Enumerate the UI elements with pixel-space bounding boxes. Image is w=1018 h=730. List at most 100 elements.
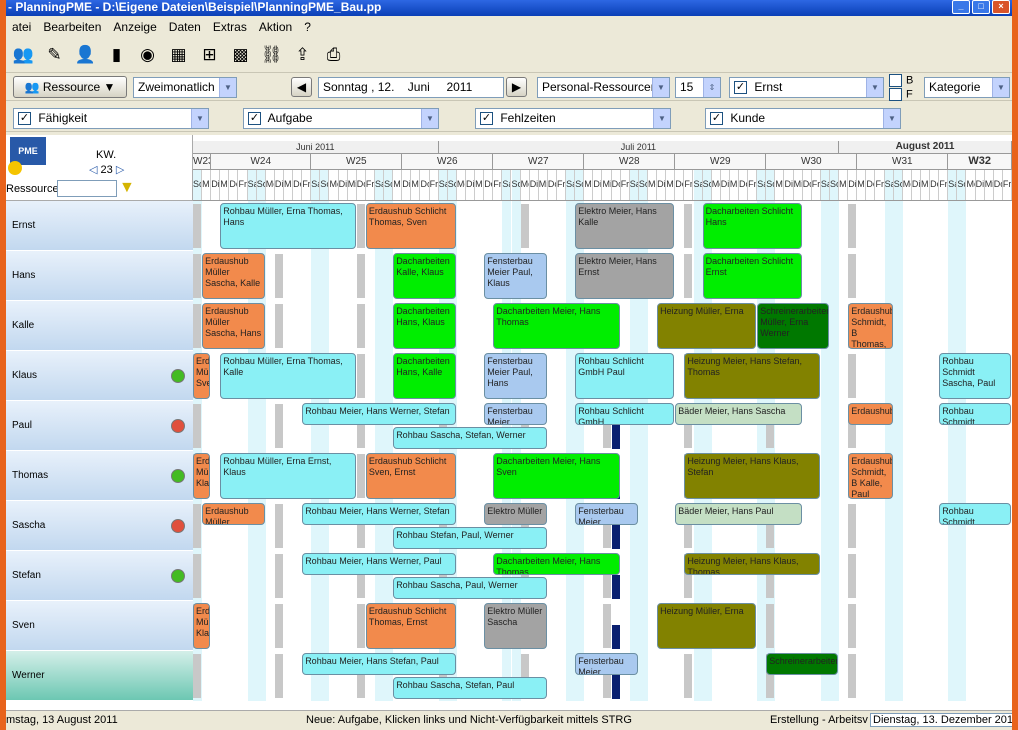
task-bar[interactable]: Fensterbau Meier Paul, Klaus [484,253,547,299]
resource-row-label[interactable]: Ernst [6,201,193,251]
resource-row-label[interactable]: Kalle [6,301,193,351]
globe-icon[interactable]: ◉ [134,41,161,68]
task-bar[interactable]: Erda Müll Klau [193,603,211,649]
grid-icon[interactable]: ▩ [227,41,254,68]
task-bar[interactable]: Fensterbau Meier [575,653,638,675]
fehlzeiten-filter[interactable]: ✓ Fehlzeiten ▼ [475,108,671,129]
kw-next-icon[interactable]: ▷ [116,164,124,176]
faehigkeit-checkbox[interactable]: ✓ [18,112,31,126]
task-bar[interactable]: Rohbau Stefan, Paul, Werner [393,527,547,549]
task-bar[interactable]: Rohbau Sascha, Stefan, Werner [393,427,547,449]
task-bar[interactable]: Dacharbeiten Schlicht Ernst [702,253,802,299]
task-bar[interactable]: Fensterbau Meier [484,403,547,425]
task-bar[interactable]: Rohbau Müller, Erna Ernst, Klaus [220,453,356,499]
add-task-icon[interactable]: ⊞ [196,41,223,68]
task-bar[interactable]: Erda Müll Klau [193,453,211,499]
print-icon[interactable]: ⎙ [320,41,347,68]
person-checkbox[interactable]: ✓ [734,81,747,95]
calendar-icon[interactable]: ▦ [165,41,192,68]
count-stepper[interactable]: 15 ⇕ [675,77,721,98]
task-bar[interactable]: Dacharbeiten Schlicht Hans [702,203,802,249]
task-bar[interactable]: Rohbau Meier, Hans Werner, Stefan [302,403,456,425]
task-bar[interactable]: Erdaushub Schmidt, B Kalle, Paul [848,453,893,499]
task-bar[interactable]: Erdaushub Schlicht Thomas, Ernst [365,603,456,649]
kw-prev-icon[interactable]: ◁ [89,164,97,176]
task-bar[interactable]: Elektro Müller Sascha [484,603,547,649]
resource-row-label[interactable]: Sascha [6,501,193,551]
menu-bearbeiten[interactable]: Bearbeiten [37,20,107,34]
edit-icon[interactable]: ✎ [41,41,68,68]
date-picker[interactable]: Sonntag , 12. Juni 2011 [318,77,504,98]
task-bar[interactable]: Heizung Meier, Hans Klaus, Stefan [684,453,820,499]
menu-anzeige[interactable]: Anzeige [107,20,162,34]
task-bar[interactable]: Heizung Müller, Erna [657,603,757,649]
task-bar[interactable]: Elektro Müller [484,503,547,525]
task-bar[interactable]: Rohbau Meier, Hans Werner, Paul [302,553,456,575]
task-bar[interactable]: Dacharbeiten Hans, Kalle [393,353,456,399]
filter-type-select[interactable]: Personal-Ressourcen ▼ [537,77,670,98]
export-icon[interactable]: ⇪ [289,41,316,68]
b-checkbox[interactable] [889,74,902,87]
task-bar[interactable]: Erdaushub Schlicht Sven, Ernst [365,453,456,499]
resource-row-label[interactable]: Thomas [6,451,193,501]
task-bar[interactable]: Erdaushub [848,403,893,425]
f-checkbox[interactable] [889,88,902,101]
filter-icon[interactable]: ▼ [119,179,135,197]
next-date-button[interactable]: ▶ [506,77,527,97]
ressource-button[interactable]: 👥 Ressource ▼ [13,76,127,98]
task-bar[interactable]: Erdaushub Müller Sascha, Kalle [202,253,265,299]
task-bar[interactable]: Schreinerarbeiten [766,653,839,675]
task-bar[interactable]: Rohbau Müller, Erna Thomas, Kalle [220,353,356,399]
task-bar[interactable]: Fensterbau Meier Paul, Hans [484,353,547,399]
task-bar[interactable]: Dacharbeiten Hans, Klaus [393,303,456,349]
task-bar[interactable]: Rohbau Schmidt [939,503,1011,525]
kunde-checkbox[interactable]: ✓ [710,112,723,126]
close-button[interactable]: × [992,0,1010,14]
b-checkbox-row[interactable]: B [889,74,913,87]
prev-date-button[interactable]: ◀ [291,77,312,97]
f-checkbox-row[interactable]: F [889,88,913,101]
task-bar[interactable]: Erda Müll Sven [193,353,211,399]
period-select[interactable]: Zweimonatlich ▼ [133,77,237,98]
link-icon[interactable]: ⛓ [258,41,285,68]
task-bar[interactable]: Rohbau Müller, Erna Thomas, Hans [220,203,356,249]
task-bar[interactable]: Fensterbau Meier [575,503,638,525]
task-bar[interactable]: Heizung Meier, Hans Klaus, Thomas [684,553,820,575]
maximize-button[interactable]: □ [972,0,990,14]
task-bar[interactable]: Rohbau Schmidt [939,403,1011,425]
menu-daten[interactable]: Daten [163,20,207,34]
task-bar[interactable]: Rohbau Schlicht GmbH Paul [575,353,675,399]
resources-icon[interactable]: 👥 [10,41,37,68]
task-bar[interactable]: Bäder Meier, Hans Paul [675,503,802,525]
faehigkeit-filter[interactable]: ✓ Fähigkeit ▼ [13,108,209,129]
resource-row-label[interactable]: Werner [6,651,193,701]
task-bar[interactable]: Dacharbeiten Meier, Hans Thomas [493,553,620,575]
kunde-filter[interactable]: ✓ Kunde ▼ [705,108,901,129]
task-bar[interactable]: Heizung Müller, Erna [657,303,757,349]
task-bar[interactable]: Dacharbeiten Kalle, Klaus [393,253,456,299]
task-bar[interactable]: Rohbau Meier, Hans Werner, Stefan [302,503,456,525]
task-bar[interactable]: Heizung Meier, Hans Stefan, Thomas [684,353,820,399]
minimize-button[interactable]: _ [952,0,970,14]
task-bar[interactable]: Schreinerarbeiten Müller, Erna Werner [757,303,829,349]
task-bar[interactable]: Elektro Meier, Hans Kalle [575,203,675,249]
task-bar[interactable]: Rohbau Sascha, Stefan, Paul [393,677,547,699]
task-bar[interactable]: Bäder Meier, Hans Sascha [675,403,802,425]
menu-help[interactable]: ? [298,20,317,34]
resource-row-label[interactable]: Sven [6,601,193,651]
menu-aktion[interactable]: Aktion [253,20,298,34]
resource-row-label[interactable]: Paul [6,401,193,451]
fehlzeiten-checkbox[interactable]: ✓ [480,112,493,126]
timeline[interactable]: Rohbau Müller, Erna Thomas, Hans Erdaushu… [193,201,1012,701]
person-select[interactable]: ✓ Ernst ▼ [729,77,884,98]
category-select[interactable]: Kategorie ▼ [924,77,1010,98]
resource-row-label[interactable]: Hans [6,251,193,301]
database-icon[interactable]: ▮ [103,41,130,68]
task-bar[interactable]: Rohbau Meier, Hans Stefan, Paul [302,653,456,675]
kw-stepper[interactable]: ◁ 23 ▷ [89,163,124,176]
task-bar[interactable]: Rohbau Sascha, Paul, Werner [393,577,547,599]
users-icon[interactable]: 👤 [72,41,99,68]
resource-row-label[interactable]: Stefan [6,551,193,601]
task-bar[interactable]: Dacharbeiten Meier, Hans Thomas [493,303,620,349]
ressource-search-input[interactable] [57,180,117,197]
